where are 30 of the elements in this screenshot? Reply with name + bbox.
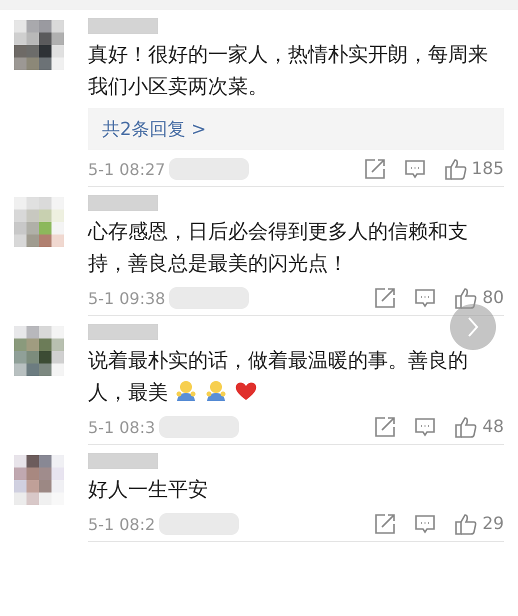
- comment-icon[interactable]: [414, 287, 436, 309]
- share-icon[interactable]: [374, 513, 396, 535]
- thumbs-up-icon: [454, 512, 478, 536]
- comment-text: 好人一生平安: [88, 476, 208, 503]
- comment-text: 心存感恩，日后必会得到更多人的信赖和支持，善良总是最美的闪光点！: [88, 218, 469, 277]
- next-button[interactable]: [450, 304, 496, 350]
- comment-text: 说着最朴实的话，做着最温暖的事。善良的人，最美: [88, 347, 469, 406]
- like-button[interactable]: 29: [454, 512, 504, 536]
- thumbs-up-icon: [454, 286, 478, 310]
- thumbs-up-icon: [444, 157, 468, 181]
- like-button[interactable]: 48: [454, 415, 504, 439]
- blurred-name: [88, 195, 158, 211]
- blurred-name: [88, 453, 158, 469]
- comment-time: 5-1 08:2: [88, 514, 156, 534]
- share-icon[interactable]: [374, 287, 396, 309]
- blurred-name: [88, 18, 158, 34]
- comment-icon[interactable]: [404, 158, 426, 180]
- comment-time: 5-1 09:38: [88, 288, 166, 308]
- comment-time: 5-1 08:27: [88, 160, 166, 178]
- comment-icon[interactable]: [414, 416, 436, 438]
- comment-time: 5-1 08:3: [88, 418, 156, 436]
- comment-icon[interactable]: [414, 513, 436, 535]
- like-button[interactable]: 80: [454, 286, 504, 310]
- blurred-name: [88, 324, 158, 340]
- like-button[interactable]: 185: [444, 157, 504, 181]
- share-icon[interactable]: [364, 158, 386, 180]
- share-icon[interactable]: [374, 416, 396, 438]
- comment-text: 真好！很好的一家人，热情朴实开朗，每周来我们小区卖两次菜。: [88, 41, 489, 100]
- thumbs-up-icon: [454, 415, 478, 439]
- replies-link[interactable]: 共2条回复 >: [88, 108, 504, 150]
